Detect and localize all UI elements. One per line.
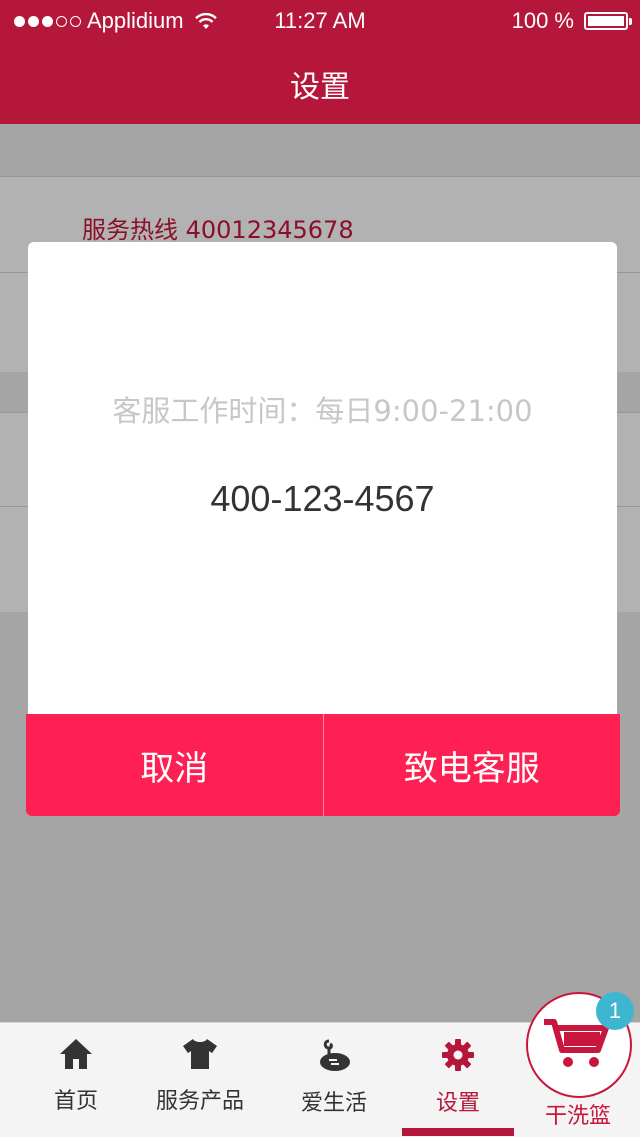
call-service-button[interactable]: 致电客服: [323, 714, 620, 816]
cart-label: 干洗篮: [544, 1104, 611, 1129]
cart-count-badge: 1: [596, 992, 634, 1030]
status-bar: Applidium 11:27 AM 100 %: [0, 0, 640, 40]
tab-label: 爱生活: [300, 1091, 367, 1116]
gear-icon: [442, 1039, 474, 1071]
battery-icon: [584, 12, 632, 30]
service-hours: 客服工作时间：每日9:00-21:00: [112, 394, 533, 428]
call-dialog: 客服工作时间：每日9:00-21:00 400-123-4567: [28, 242, 617, 714]
tab-settings[interactable]: 设置: [420, 1023, 496, 1137]
battery-percent: 100 %: [511, 8, 574, 33]
tab-label: 设置: [435, 1091, 480, 1116]
tab-love-life[interactable]: 爱生活: [290, 1023, 378, 1137]
phone-number: 400-123-4567: [210, 478, 435, 519]
tab-service-products[interactable]: 服务产品: [146, 1023, 254, 1137]
tab-label: 服务产品: [155, 1089, 244, 1114]
dialog-actions: 取消 致电客服: [26, 714, 620, 816]
home-icon: [60, 1039, 92, 1069]
tab-home[interactable]: 首页: [36, 1023, 116, 1137]
shirt-icon: [183, 1039, 217, 1069]
cancel-button[interactable]: 取消: [26, 714, 324, 816]
tab-label: 首页: [53, 1089, 98, 1114]
life-icon: [320, 1039, 350, 1071]
page-title: 设置: [0, 40, 640, 124]
active-tab-indicator: [402, 1128, 514, 1136]
status-right: 100 %: [511, 8, 632, 34]
